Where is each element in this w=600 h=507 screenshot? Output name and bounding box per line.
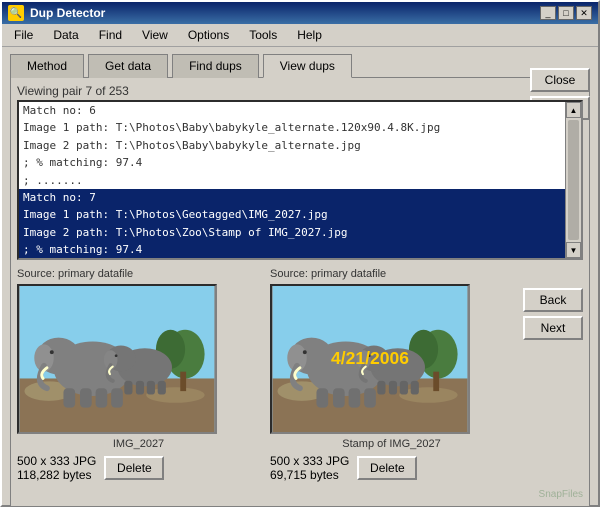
tab-view-dups[interactable]: View dups (263, 54, 352, 78)
window-close-button[interactable]: ✕ (576, 6, 592, 20)
right-source-label: Source: primary datafile (270, 268, 513, 280)
list-item[interactable]: Image 1 path: T:\Photos\Baby\babykyle_al… (19, 119, 565, 136)
left-elephant-image (19, 286, 215, 432)
left-image-info-row: 500 x 333 JPG 118,282 bytes Delete (17, 454, 260, 482)
right-image-size: 69,715 bytes (270, 468, 349, 482)
left-delete-button[interactable]: Delete (104, 456, 164, 480)
maximize-button[interactable]: □ (558, 6, 574, 20)
right-image-info: 500 x 333 JPG 69,715 bytes (270, 454, 349, 482)
list-item[interactable]: ; % matching: 97.4 (19, 154, 565, 171)
tab-get-data[interactable]: Get data (88, 54, 168, 78)
images-area: Source: primary datafile (17, 268, 583, 482)
menu-file[interactable]: File (6, 26, 41, 44)
date-overlay-text: 4/21/2006 (331, 348, 409, 368)
tabs-row: Method Get data Find dups View dups Clos… (2, 47, 598, 77)
title-controls: _ □ ✕ (540, 6, 592, 20)
right-delete-button[interactable]: Delete (357, 456, 417, 480)
scroll-up-button[interactable]: ▲ (566, 102, 581, 118)
scroll-down-button[interactable]: ▼ (566, 242, 581, 258)
watermark: SnapFiles (539, 489, 583, 500)
left-image-panel: Source: primary datafile (17, 268, 260, 482)
list-item-selected[interactable]: Image 1 path: T:\Photos\Geotagged\IMG_20… (19, 206, 565, 223)
tab-content-border: Viewing pair 7 of 253 Match no: 6 Image … (10, 77, 590, 507)
list-item-selected[interactable]: Image 2 path: T:\Photos\Zoo\Stamp of IMG… (19, 224, 565, 241)
viewing-label: Viewing pair 7 of 253 (17, 84, 583, 98)
left-image-size: 118,282 bytes (17, 468, 96, 482)
menu-data[interactable]: Data (45, 26, 86, 44)
right-image-dimensions: 500 x 333 JPG (270, 454, 349, 468)
left-image-dimensions: 500 x 333 JPG (17, 454, 96, 468)
right-image-filename: Stamp of IMG_2027 (270, 438, 513, 450)
close-button[interactable]: Close (530, 68, 590, 92)
watermark-area: SnapFiles (17, 486, 583, 500)
back-button[interactable]: Back (523, 288, 583, 312)
right-elephant-image: 4/21/2006 (272, 286, 468, 432)
scrollbar[interactable]: ▲ ▼ (565, 102, 581, 258)
window-title: Dup Detector (30, 6, 105, 20)
menu-tools[interactable]: Tools (241, 26, 285, 44)
menu-options[interactable]: Options (180, 26, 237, 44)
right-image-info-row: 500 x 333 JPG 69,715 bytes Delete (270, 454, 513, 482)
menu-find[interactable]: Find (91, 26, 130, 44)
tab-find-dups[interactable]: Find dups (172, 54, 259, 78)
title-bar-left: 🔍 Dup Detector (8, 5, 105, 21)
title-bar: 🔍 Dup Detector _ □ ✕ (2, 2, 598, 24)
tab-method[interactable]: Method (10, 54, 84, 78)
match-list[interactable]: Match no: 6 Image 1 path: T:\Photos\Baby… (17, 100, 583, 260)
next-button[interactable]: Next (523, 316, 583, 340)
scroll-thumb[interactable] (568, 120, 579, 240)
left-image-frame (17, 284, 217, 434)
menu-view[interactable]: View (134, 26, 176, 44)
right-image-panel: Source: primary datafile (270, 268, 513, 482)
right-image-frame: 4/21/2006 (270, 284, 470, 434)
left-image-filename: IMG_2027 (17, 438, 260, 450)
list-item-selected[interactable]: ; % matching: 97.4 (19, 241, 565, 258)
menu-bar: File Data Find View Options Tools Help (2, 24, 598, 47)
list-item[interactable]: Image 2 path: T:\Photos\Baby\babykyle_al… (19, 137, 565, 154)
minimize-button[interactable]: _ (540, 6, 556, 20)
left-image-info: 500 x 333 JPG 118,282 bytes (17, 454, 96, 482)
list-content[interactable]: Match no: 6 Image 1 path: T:\Photos\Baby… (19, 102, 565, 258)
left-source-label: Source: primary datafile (17, 268, 260, 280)
list-item-selected[interactable]: Match no: 7 (19, 189, 565, 206)
nav-buttons: Back Next (523, 268, 583, 340)
app-icon: 🔍 (8, 5, 24, 21)
main-window: 🔍 Dup Detector _ □ ✕ File Data Find View… (0, 0, 600, 507)
list-item[interactable]: Match no: 6 (19, 102, 565, 119)
list-item[interactable]: ; ....... (19, 172, 565, 189)
menu-help[interactable]: Help (289, 26, 330, 44)
